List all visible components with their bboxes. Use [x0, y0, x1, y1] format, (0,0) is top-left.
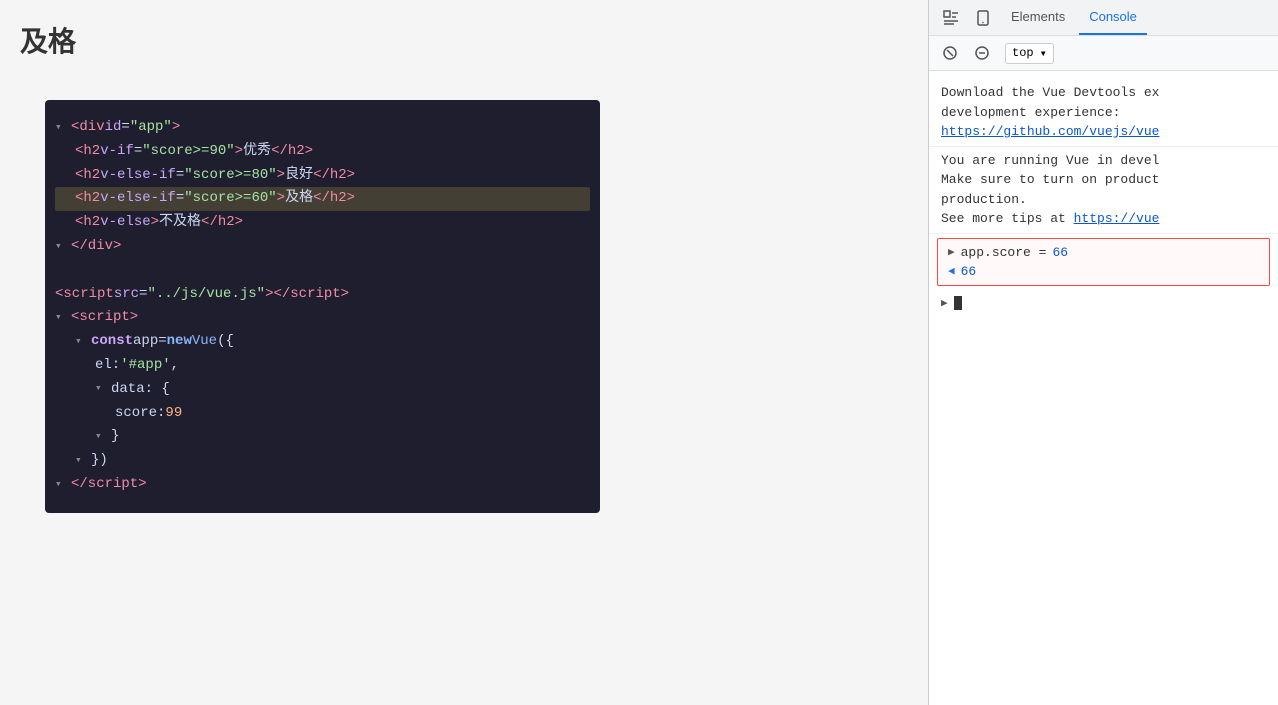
code-line-6: ▾ </div> [55, 235, 590, 259]
fold-icon[interactable]: ▾ [55, 119, 67, 138]
chevron-down-icon: ▾ [1040, 46, 1047, 61]
fold-icon-3[interactable]: ▾ [55, 309, 67, 328]
code-line-3: <h2 v-else-if="score>=80">良好</h2> [55, 164, 590, 188]
console-output-value: 66 [961, 264, 977, 279]
fold-icon-2[interactable]: ▾ [55, 238, 67, 257]
arrow-right-icon: ▶ [948, 245, 955, 259]
filter-button[interactable] [969, 40, 995, 66]
code-line-1: ▾ <div id="app"> [55, 116, 590, 140]
console-input-line: ▶ [929, 290, 1278, 316]
fold-icon-7[interactable]: ▾ [75, 452, 87, 471]
code-line-vue-close: ▾ }) [55, 449, 590, 473]
console-cursor [954, 296, 962, 310]
console-message-2: You are running Vue in develMake sure to… [929, 147, 1278, 234]
console-input-result: ▶ app.score = 66 [948, 245, 1259, 260]
code-line-script-src: <script src="../js/vue.js"></script> [55, 283, 590, 307]
console-output: Download the Vue Devtools exdevelopment … [929, 71, 1278, 705]
code-line-el: el: '#app', [55, 354, 590, 378]
main-content: 及格 ▾ <div id="app"> <h2 v-if="score>=90"… [0, 0, 928, 705]
fold-icon-4[interactable]: ▾ [75, 333, 87, 352]
input-arrow-icon: ▶ [941, 296, 948, 310]
fold-icon-8[interactable]: ▾ [55, 476, 67, 495]
code-line-5: <h2 v-else>不及格</h2> [55, 211, 590, 235]
vue-tips-link[interactable]: https://vue [1074, 211, 1160, 226]
context-selector[interactable]: top ▾ [1005, 43, 1054, 64]
code-line-data-close: ▾ } [55, 425, 590, 449]
code-line-blank [55, 259, 590, 283]
devtools-tab-bar: Elements Console [929, 0, 1278, 36]
vue-devtools-link[interactable]: https://github.com/vuejs/vue [941, 124, 1159, 139]
inspect-icon[interactable] [937, 4, 965, 32]
code-line-2: <h2 v-if="score>=90">优秀</h2> [55, 140, 590, 164]
device-icon[interactable] [969, 4, 997, 32]
fold-icon-6[interactable]: ▾ [95, 428, 107, 447]
code-line-score: score: 99 [55, 402, 590, 426]
devtools-toolbar: top ▾ [929, 36, 1278, 71]
console-interactive-block: ▶ app.score = 66 ◀ 66 [937, 238, 1270, 286]
code-line-data: ▾ data: { [55, 378, 590, 402]
code-panel: ▾ <div id="app"> <h2 v-if="score>=90">优秀… [45, 100, 600, 513]
code-line-script-open: ▾ <script> [55, 306, 590, 330]
console-message-1: Download the Vue Devtools exdevelopment … [929, 79, 1278, 147]
tab-console[interactable]: Console [1079, 0, 1147, 35]
code-line-4: <h2 v-else-if="score>=60">及格</h2> [55, 187, 590, 211]
console-output-result: ◀ 66 [948, 264, 1259, 279]
page-title: 及格 [20, 20, 908, 60]
clear-console-button[interactable] [937, 40, 963, 66]
code-line-script-close: ▾ </script> [55, 473, 590, 497]
arrow-left-icon: ◀ [948, 264, 955, 278]
tab-elements[interactable]: Elements [1001, 0, 1075, 35]
code-line-vue: ▾ const app = new Vue({ [55, 330, 590, 354]
fold-icon-5[interactable]: ▾ [95, 380, 107, 399]
devtools-panel: Elements Console top ▾ Download the V [928, 0, 1278, 705]
console-value: 66 [1052, 245, 1068, 260]
